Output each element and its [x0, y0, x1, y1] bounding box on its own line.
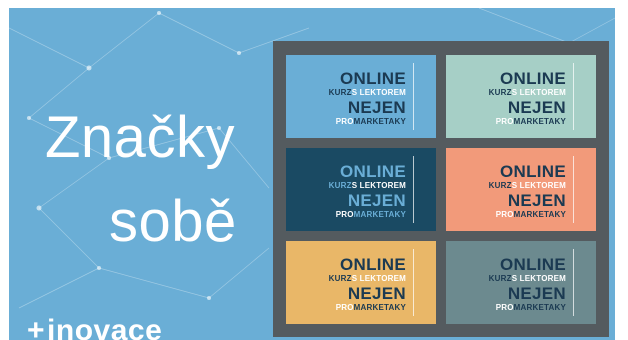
- card-kurz-line: KURZS LEKTOREM: [286, 88, 436, 97]
- card-pro: PRO: [335, 210, 354, 219]
- card-pro-line: PROMARKETAKY: [446, 303, 596, 312]
- card-s-lektorem: S LEKTOREM: [351, 181, 406, 190]
- card-kurz-line: KURZS LEKTOREM: [446, 88, 596, 97]
- card-kurz: KURZ: [488, 88, 512, 97]
- card-pro-line: PROMARKETAKY: [286, 210, 436, 219]
- card-pro: PRO: [495, 117, 514, 126]
- card-online: ONLINE: [499, 255, 566, 274]
- card-s-lektorem: S LEKTOREM: [351, 88, 406, 97]
- course-card: ONLINE KURZS LEKTOREM NEJEN PROMARKETAKY: [446, 55, 596, 138]
- slide-title-line2: sobě: [109, 189, 237, 254]
- card-grid: ONLINE KURZS LEKTOREM NEJEN PROMARKETAKY…: [273, 41, 609, 337]
- card-pro: PRO: [335, 303, 354, 312]
- card-kurz-line: KURZS LEKTOREM: [446, 181, 596, 190]
- course-card: ONLINE KURZS LEKTOREM NEJEN PROMARKETAKY: [446, 241, 596, 324]
- card-kurz-line: KURZS LEKTOREM: [446, 274, 596, 283]
- course-card: ONLINE KURZS LEKTOREM NEJEN PROMARKETAKY: [286, 55, 436, 138]
- card-nejen: NEJEN: [507, 191, 566, 210]
- card-pro: PRO: [495, 210, 514, 219]
- card-nejen: NEJEN: [507, 98, 566, 117]
- card-marketaky: MARKETAKY: [353, 210, 406, 219]
- card-marketaky: MARKETAKY: [513, 210, 566, 219]
- card-online: ONLINE: [339, 162, 406, 181]
- card-nejen: NEJEN: [507, 284, 566, 303]
- card-kurz: KURZ: [328, 181, 352, 190]
- card-s-lektorem: S LEKTOREM: [511, 274, 566, 283]
- course-card: ONLINE KURZS LEKTOREM NEJEN PROMARKETAKY: [286, 148, 436, 231]
- card-nejen: NEJEN: [347, 284, 406, 303]
- card-pro-line: PROMARKETAKY: [286, 117, 436, 126]
- card-online: ONLINE: [339, 255, 406, 274]
- logo-plus: +: [27, 314, 46, 340]
- card-kurz: KURZ: [488, 274, 512, 283]
- card-pro-line: PROMARKETAKY: [286, 303, 436, 312]
- card-kurz: KURZ: [328, 274, 352, 283]
- card-online: ONLINE: [499, 162, 566, 181]
- course-card: ONLINE KURZS LEKTOREM NEJEN PROMARKETAKY: [446, 148, 596, 231]
- card-nejen: NEJEN: [347, 98, 406, 117]
- card-s-lektorem: S LEKTOREM: [511, 88, 566, 97]
- card-marketaky: MARKETAKY: [513, 303, 566, 312]
- card-online: ONLINE: [499, 69, 566, 88]
- card-s-lektorem: S LEKTOREM: [511, 181, 566, 190]
- card-nejen: NEJEN: [347, 191, 406, 210]
- course-card: ONLINE KURZS LEKTOREM NEJEN PROMARKETAKY: [286, 241, 436, 324]
- card-pro-line: PROMARKETAKY: [446, 117, 596, 126]
- inovace-logo: +inovace: [27, 314, 162, 340]
- slide: Značky sobě +inovace ONLINE KURZS LEKTOR…: [9, 8, 615, 340]
- card-kurz-line: KURZS LEKTOREM: [286, 181, 436, 190]
- card-pro-line: PROMARKETAKY: [446, 210, 596, 219]
- card-marketaky: MARKETAKY: [513, 117, 566, 126]
- logo-text: inovace: [47, 314, 163, 340]
- card-online: ONLINE: [339, 69, 406, 88]
- card-pro: PRO: [495, 303, 514, 312]
- card-kurz: KURZ: [488, 181, 512, 190]
- card-marketaky: MARKETAKY: [353, 303, 406, 312]
- slide-title-line1: Značky: [45, 105, 235, 170]
- card-pro: PRO: [335, 117, 354, 126]
- card-kurz: KURZ: [328, 88, 352, 97]
- card-s-lektorem: S LEKTOREM: [351, 274, 406, 283]
- card-marketaky: MARKETAKY: [353, 117, 406, 126]
- card-kurz-line: KURZS LEKTOREM: [286, 274, 436, 283]
